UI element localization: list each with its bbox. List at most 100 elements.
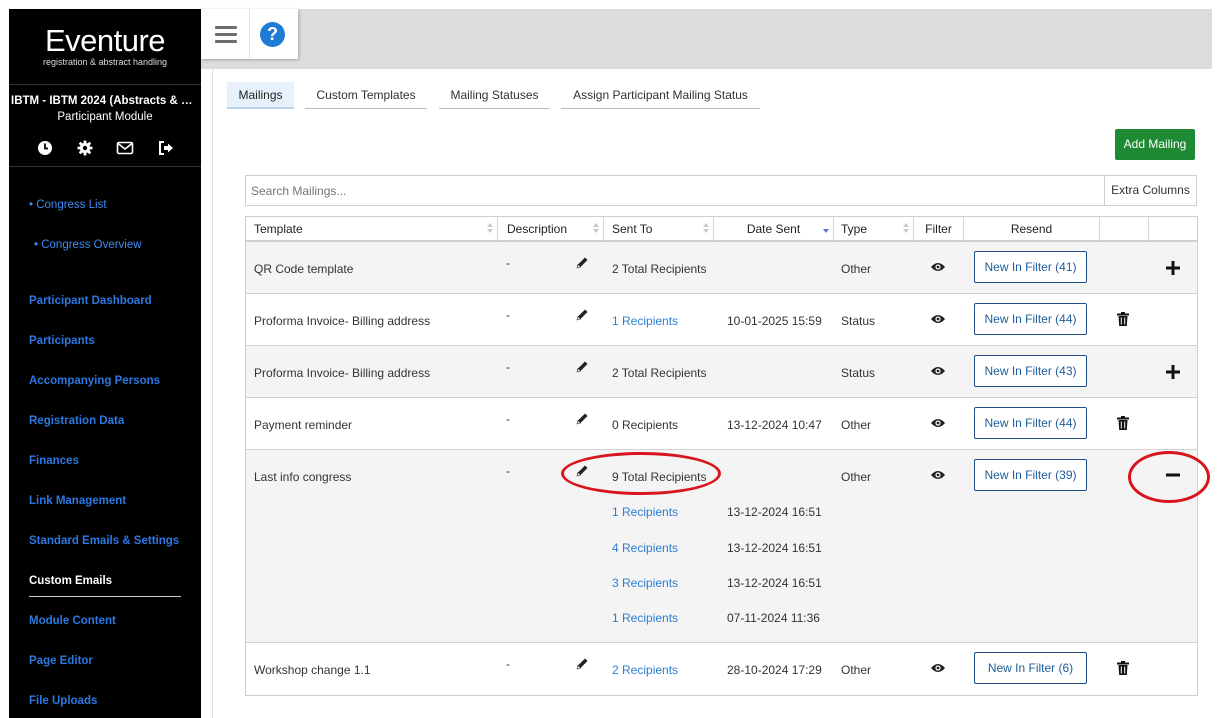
- logo[interactable]: Eventure registration & abstract handlin…: [9, 23, 201, 68]
- nav-file-uploads[interactable]: File Uploads: [29, 695, 97, 707]
- description: -: [506, 360, 510, 374]
- table-row: Proforma Invoice- Billing address - 2 To…: [246, 346, 1197, 398]
- logout-icon[interactable]: [157, 139, 175, 157]
- type: Status: [841, 366, 876, 380]
- clock-icon[interactable]: [36, 139, 54, 157]
- nav-congress-list[interactable]: • Congress List: [29, 199, 107, 211]
- trash-icon[interactable]: [1117, 661, 1129, 675]
- eye-icon[interactable]: [930, 365, 946, 377]
- nav-congress-overview[interactable]: • Congress Overview: [34, 239, 142, 251]
- extra-columns-button[interactable]: Extra Columns: [1104, 175, 1197, 206]
- search-input[interactable]: [245, 175, 1105, 206]
- nav-participant-dashboard[interactable]: Participant Dashboard: [29, 295, 152, 307]
- template-name: Proforma Invoice- Billing address: [254, 366, 431, 380]
- template-name: Proforma Invoice- Billing address: [254, 314, 431, 328]
- eye-icon[interactable]: [930, 662, 946, 674]
- nav-module-content[interactable]: Module Content: [29, 615, 116, 627]
- nav-accompanying-persons[interactable]: Accompanying Persons: [29, 375, 160, 387]
- minus-icon[interactable]: [1166, 473, 1180, 477]
- template-name: Last info congress: [254, 470, 352, 484]
- col-type[interactable]: Type: [834, 217, 914, 241]
- col-description[interactable]: Description: [498, 217, 604, 241]
- nav-standard-emails-settings[interactable]: Standard Emails & Settings: [29, 535, 179, 547]
- type: Other: [841, 663, 872, 677]
- nav-link-management[interactable]: Link Management: [29, 495, 126, 507]
- col-date-sent[interactable]: Date Sent: [714, 217, 834, 241]
- sub-sent-to-link[interactable]: 4 Recipients: [612, 541, 678, 555]
- table-row: QR Code template - 2 Total Recipients Ot…: [246, 242, 1197, 294]
- eye-icon[interactable]: [930, 469, 946, 481]
- resend-button[interactable]: New In Filter (41): [974, 251, 1087, 283]
- tab-custom-templates[interactable]: Custom Templates: [305, 82, 427, 109]
- plus-icon[interactable]: [1166, 261, 1180, 275]
- type: Other: [841, 470, 872, 484]
- pencil-icon[interactable]: [574, 656, 590, 672]
- col-filter: Filter: [914, 217, 964, 241]
- date-sent: 28-10-2024 17:29: [727, 663, 822, 677]
- sub-sent-to-link[interactable]: 3 Recipients: [612, 576, 678, 590]
- col-description-label: Description: [507, 222, 568, 236]
- mail-icon[interactable]: [116, 139, 134, 157]
- pencil-icon[interactable]: [574, 463, 590, 479]
- eye-icon[interactable]: [930, 261, 946, 273]
- resend-button[interactable]: New In Filter (43): [974, 355, 1087, 387]
- template-name: Payment reminder: [254, 418, 353, 432]
- plus-icon[interactable]: [1166, 365, 1180, 379]
- col-date-sent-label: Date Sent: [746, 222, 801, 236]
- nav-page-editor[interactable]: Page Editor: [29, 655, 93, 667]
- type: Other: [841, 262, 872, 276]
- mailings-table: Template Description Sent To Date Sent T…: [245, 216, 1198, 696]
- tab-mailings[interactable]: Mailings: [227, 82, 294, 109]
- pencil-icon[interactable]: [574, 307, 590, 323]
- eye-icon[interactable]: [930, 417, 946, 429]
- description: -: [506, 657, 510, 671]
- sort-icon: [903, 223, 909, 235]
- divider: [249, 9, 250, 59]
- table-row: Proforma Invoice- Billing address - 1 Re…: [246, 294, 1197, 346]
- description: -: [506, 256, 510, 270]
- col-sent-to[interactable]: Sent To: [604, 217, 714, 241]
- pencil-icon[interactable]: [574, 359, 590, 375]
- nav-finances[interactable]: Finances: [29, 455, 79, 467]
- sidebar-divider: [9, 84, 201, 85]
- sidebar-divider: [9, 166, 201, 167]
- help-icon[interactable]: ?: [260, 22, 285, 47]
- nav-registration-data[interactable]: Registration Data: [29, 415, 124, 427]
- col-template[interactable]: Template: [246, 217, 498, 241]
- trash-icon[interactable]: [1117, 416, 1129, 430]
- nav-participants[interactable]: Participants: [29, 335, 95, 347]
- date-sent: 13-12-2024 10:47: [727, 418, 822, 432]
- gear-icon[interactable]: [76, 139, 94, 157]
- resend-button[interactable]: New In Filter (44): [974, 407, 1087, 439]
- table-row: Workshop change 1.1 - 2 Recipients 28-10…: [246, 643, 1197, 695]
- sent-to: 9 Total Recipients: [612, 470, 707, 484]
- resend-button[interactable]: New In Filter (44): [974, 303, 1087, 335]
- sub-sent-to-link[interactable]: 1 Recipients: [612, 505, 678, 519]
- tab-mailing-statuses[interactable]: Mailing Statuses: [439, 82, 550, 109]
- hamburger-icon[interactable]: [215, 26, 237, 44]
- pencil-icon[interactable]: [574, 411, 590, 427]
- col-delete: [1100, 217, 1149, 241]
- sort-icon: [703, 223, 709, 235]
- logo-text: Eventure: [44, 23, 166, 58]
- sent-to: 0 Recipients: [612, 418, 679, 432]
- description: -: [506, 308, 510, 322]
- sub-date-sent: 13-12-2024 16:51: [727, 576, 822, 590]
- sent-to-link[interactable]: 2 Recipients: [612, 663, 678, 677]
- sub-date-sent: 13-12-2024 16:51: [727, 505, 822, 519]
- resend-button[interactable]: New In Filter (39): [974, 459, 1087, 491]
- eye-icon[interactable]: [930, 313, 946, 325]
- add-mailing-button[interactable]: Add Mailing: [1115, 129, 1195, 160]
- top-bar: [201, 9, 1212, 69]
- active-nav-underline: [29, 596, 181, 597]
- resend-button[interactable]: New In Filter (6): [974, 652, 1087, 684]
- sidebar: Eventure registration & abstract handlin…: [9, 9, 201, 718]
- sent-to-link[interactable]: 1 Recipients: [612, 314, 678, 328]
- table-header: Template Description Sent To Date Sent T…: [246, 217, 1197, 242]
- nav-custom-emails[interactable]: Custom Emails: [29, 575, 112, 587]
- table-row-expanded: Last info congress - 9 Total Recipients …: [246, 450, 1197, 643]
- pencil-icon[interactable]: [574, 255, 590, 271]
- tab-assign-participant-mailing-status[interactable]: Assign Participant Mailing Status: [561, 82, 760, 109]
- trash-icon[interactable]: [1117, 312, 1129, 326]
- sub-sent-to-link[interactable]: 1 Recipients: [612, 611, 678, 625]
